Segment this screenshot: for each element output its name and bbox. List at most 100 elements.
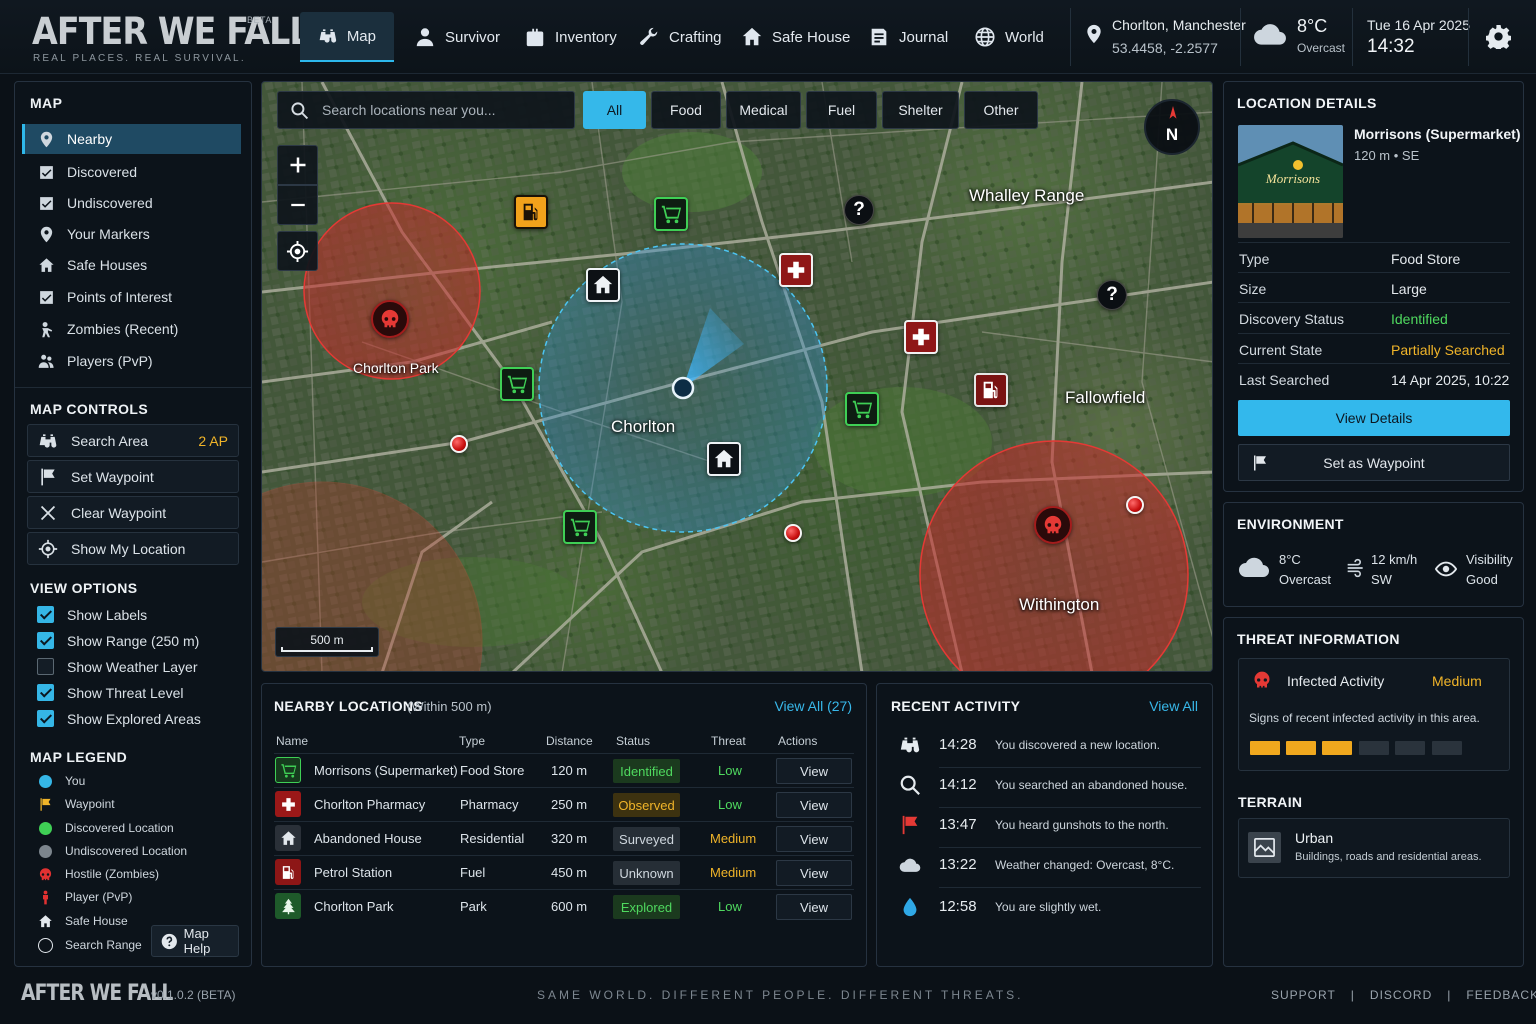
checkbox[interactable] <box>37 632 54 649</box>
threat-zone-chorlton-park[interactable] <box>303 202 481 380</box>
zoom-out-button[interactable] <box>277 185 318 225</box>
show-my-location-button[interactable]: Show My Location <box>27 532 239 565</box>
discord-link[interactable]: DISCORD <box>1370 988 1432 1002</box>
support-link[interactable]: SUPPORT <box>1271 988 1336 1002</box>
map-search-bar[interactable] <box>277 91 575 129</box>
map-filter-all[interactable]: All <box>583 91 646 129</box>
view-button[interactable]: View <box>776 826 852 852</box>
nav-journal[interactable]: Journal <box>850 12 966 62</box>
search-icon <box>291 102 309 120</box>
view-button[interactable]: View <box>776 860 852 886</box>
threat-level: Medium <box>1432 673 1482 689</box>
checkbox[interactable] <box>37 658 54 675</box>
map-filter-food[interactable]: Food <box>651 91 721 129</box>
map-filter-other[interactable]: Other <box>964 91 1038 129</box>
map-label-withington: Withington <box>1019 595 1100 614</box>
nav-safe-house[interactable]: Safe House <box>723 12 868 62</box>
toggle-explored-areas[interactable]: Show Explored Areas <box>37 710 201 727</box>
checkbox[interactable] <box>37 710 54 727</box>
view-button[interactable]: View <box>776 758 852 784</box>
poi-pharmacy[interactable] <box>779 253 813 287</box>
compass[interactable]: N <box>1144 99 1200 155</box>
set-as-waypoint-button[interactable]: Set as Waypoint <box>1238 444 1510 481</box>
house-icon <box>275 825 301 851</box>
view-button[interactable]: View <box>776 894 852 920</box>
nav-crafting[interactable]: Crafting <box>620 12 740 62</box>
status-badge: Surveyed <box>613 827 680 851</box>
checkbox[interactable] <box>37 606 54 623</box>
filter-nearby[interactable]: Nearby <box>22 124 241 154</box>
map-search-input[interactable] <box>322 92 562 128</box>
search-area-button[interactable]: Search Area 2 AP <box>27 424 239 457</box>
poi-petrol-station[interactable] <box>974 373 1008 407</box>
zoom-in-button[interactable] <box>277 145 318 185</box>
map-help-button[interactable]: Map Help <box>151 925 239 957</box>
activity-view-all-link[interactable]: View All <box>1149 698 1198 714</box>
filter-safe-houses[interactable]: Safe Houses <box>22 250 241 280</box>
toggle-show-range[interactable]: Show Range (250 m) <box>37 632 199 649</box>
terrain-description: Buildings, roads and residential areas. <box>1295 851 1482 863</box>
map-filter-medical[interactable]: Medical <box>726 91 801 129</box>
nav-map[interactable]: Map <box>300 12 394 62</box>
hostile-dot[interactable] <box>450 435 468 453</box>
poi-safe-house[interactable] <box>586 268 620 302</box>
poi-unknown[interactable]: ? <box>1097 280 1127 310</box>
table-row[interactable]: Abandoned House Residential 320 m Survey… <box>274 821 854 855</box>
hostile-dot[interactable] <box>1126 496 1144 514</box>
nav-survivor[interactable]: Survivor <box>396 12 518 62</box>
threat-description: Signs of recent infected activity in thi… <box>1249 711 1480 725</box>
view-details-button[interactable]: View Details <box>1238 400 1510 436</box>
threat-level: Medium <box>710 865 757 880</box>
table-row[interactable]: Chorlton Pharmacy Pharmacy 250 m Observe… <box>274 787 854 821</box>
map-filter-fuel[interactable]: Fuel <box>806 91 877 129</box>
filter-discovered[interactable]: Discovered <box>22 157 241 187</box>
filter-points-of-interest[interactable]: Points of Interest <box>22 282 241 312</box>
table-row[interactable]: Morrisons (Supermarket) Food Store 120 m… <box>274 753 854 787</box>
help-label: Map Help <box>183 926 211 956</box>
gear-icon[interactable] <box>1486 24 1511 49</box>
toggle-weather-layer[interactable]: Show Weather Layer <box>37 658 197 675</box>
nav-world[interactable]: World <box>956 12 1062 62</box>
toggle-show-labels[interactable]: Show Labels <box>37 606 147 623</box>
location-type: Park <box>460 899 487 914</box>
table-row[interactable]: Chorlton Park Park 600 m Explored Low Vi… <box>274 889 854 923</box>
skull-icon <box>1254 671 1270 688</box>
locate-me-button[interactable] <box>277 231 318 271</box>
feedback-link[interactable]: FEEDBACK <box>1466 988 1536 1002</box>
poi-pharmacy[interactable] <box>904 320 938 354</box>
poi-food-store[interactable] <box>654 197 688 231</box>
poi-fuel-undiscovered[interactable] <box>514 195 548 229</box>
skull-icon <box>37 866 53 882</box>
poi-food-store[interactable] <box>563 510 597 544</box>
map-filter-shelter[interactable]: Shelter <box>882 91 959 129</box>
world-map[interactable]: Chorlton Park Chorlton Whalley Range Fal… <box>261 81 1213 672</box>
detail-value: Food Store <box>1391 251 1461 267</box>
crosshair-icon <box>38 539 58 558</box>
nearby-view-all-link[interactable]: View All (27) <box>774 698 852 714</box>
env-visibility-label: Visibility <box>1466 552 1513 567</box>
nav-inventory[interactable]: Inventory <box>506 12 635 62</box>
hostile-dot[interactable] <box>784 524 802 542</box>
compass-north-label: N <box>1165 125 1179 144</box>
footer-logo: AFTER WE FALL <box>21 981 173 1006</box>
poi-safe-house[interactable] <box>707 442 741 476</box>
view-button[interactable]: View <box>776 792 852 818</box>
filter-zombies[interactable]: Zombies (Recent) <box>22 314 241 344</box>
legend-safe-house: Safe House <box>37 913 128 929</box>
poi-unknown[interactable]: ? <box>844 195 874 225</box>
skull-icon <box>381 309 399 328</box>
checkbox[interactable] <box>37 684 54 701</box>
globe-icon <box>975 27 995 47</box>
filter-undiscovered[interactable]: Undiscovered <box>22 188 241 218</box>
terrain-card: Urban Buildings, roads and residential a… <box>1238 818 1510 878</box>
set-waypoint-button[interactable]: Set Waypoint <box>27 460 239 493</box>
toggle-threat-level[interactable]: Show Threat Level <box>37 684 183 701</box>
filter-your-markers[interactable]: Your Markers <box>22 219 241 249</box>
clear-waypoint-button[interactable]: Clear Waypoint <box>27 496 239 529</box>
zombie-horde-marker[interactable] <box>1034 506 1072 544</box>
poi-food-store[interactable] <box>500 367 534 401</box>
poi-food-store[interactable] <box>845 392 879 426</box>
zombie-horde-marker[interactable] <box>371 300 409 338</box>
table-row[interactable]: Petrol Station Fuel 450 m Unknown Medium… <box>274 855 854 889</box>
filter-players[interactable]: Players (PvP) <box>22 346 241 376</box>
